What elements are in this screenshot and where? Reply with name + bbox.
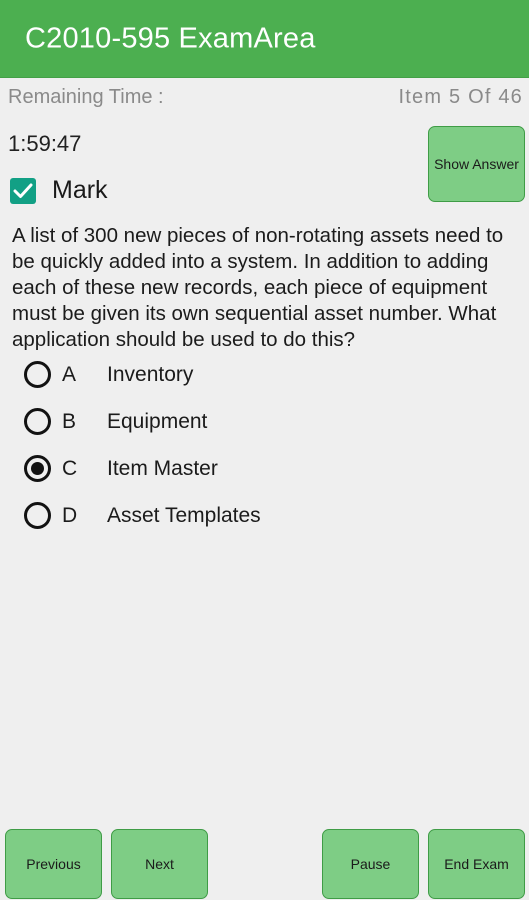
previous-label: Previous [26, 856, 81, 872]
end-exam-label: End Exam [444, 856, 509, 872]
show-answer-button[interactable]: Show Answer [428, 126, 525, 202]
option-label-d: Asset Templates [107, 503, 261, 527]
app-title: C2010-595 ExamArea [25, 22, 316, 54]
app-title-bar: C2010-595 ExamArea [0, 0, 529, 78]
radio-button-icon-c[interactable] [24, 455, 51, 482]
answer-option-d[interactable]: D Asset Templates [0, 492, 529, 539]
remaining-time-label: Remaining Time : [8, 86, 164, 108]
next-label: Next [145, 856, 174, 872]
option-label-a: Inventory [107, 362, 194, 386]
option-letter-c: C [62, 456, 78, 480]
question-text: A list of 300 new pieces of non-rotating… [12, 224, 504, 351]
option-letter-d: D [62, 503, 78, 527]
end-exam-button[interactable]: End Exam [428, 829, 525, 899]
option-label-c: Item Master [107, 456, 218, 480]
answer-option-c[interactable]: C Item Master [0, 445, 529, 492]
checkmark-icon[interactable] [10, 177, 36, 204]
mark-checkbox-row[interactable]: Mark [10, 176, 108, 205]
radio-button-icon-d[interactable] [24, 502, 51, 529]
status-row: Remaining Time : Item 5 Of 46 [0, 86, 529, 118]
bottom-button-bar: Previous Next Pause End Exam [0, 822, 529, 900]
option-letter-b: B [62, 409, 77, 433]
exam-app-screen: C2010-595 ExamArea Remaining Time : Item… [0, 0, 529, 900]
previous-button[interactable]: Previous [5, 829, 102, 899]
answer-option-a[interactable]: A Inventory [0, 351, 529, 398]
pause-button[interactable]: Pause [322, 829, 419, 899]
option-label-b: Equipment [107, 409, 208, 433]
remaining-time-value: 1:59:47 [8, 131, 82, 156]
show-answer-label: Show Answer [434, 156, 519, 172]
pause-label: Pause [350, 856, 391, 872]
answer-options-list: A Inventory B Equipment C Item Master D … [0, 351, 529, 539]
option-letter-a: A [62, 362, 77, 386]
answer-option-b[interactable]: B Equipment [0, 398, 529, 445]
next-button[interactable]: Next [111, 829, 208, 899]
mark-label: Mark [52, 176, 108, 204]
item-counter: Item 5 Of 46 [398, 86, 523, 108]
radio-button-icon-b[interactable] [24, 408, 51, 435]
radio-button-icon-a[interactable] [24, 361, 51, 388]
